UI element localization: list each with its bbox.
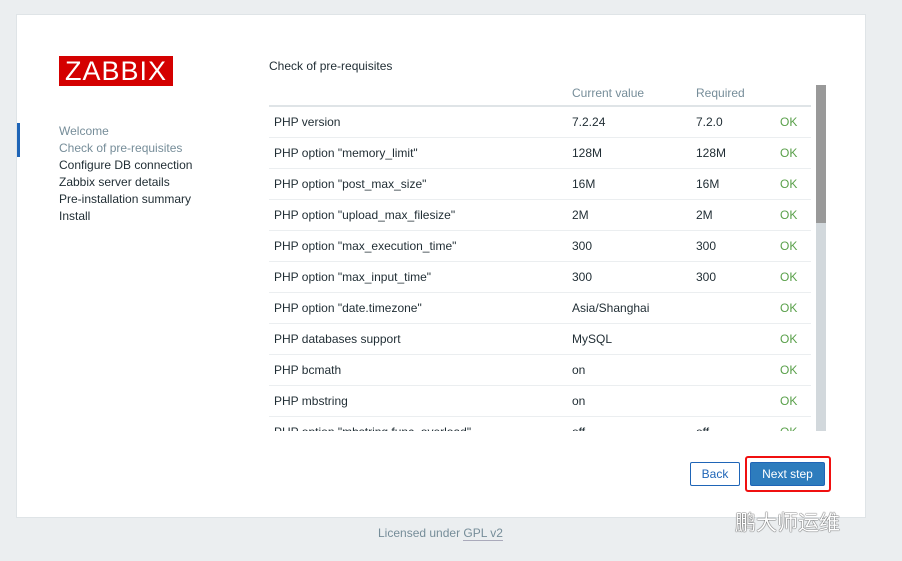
setup-panel: ZABBIX Welcome Check of pre-requisites Con… — [16, 14, 866, 518]
required-value — [691, 292, 775, 324]
zabbix-logo: ZABBIX — [59, 56, 173, 86]
requirement-name: PHP option "post_max_size" — [269, 168, 567, 200]
required-value — [691, 323, 775, 355]
step-item: Check of pre-requisites — [59, 141, 183, 155]
table-row: PHP option "upload_max_filesize" 2M 2M OK — [269, 199, 811, 231]
required-value: 7.2.0 — [691, 106, 775, 138]
current-value: MySQL — [567, 323, 691, 355]
status: OK — [775, 168, 811, 200]
column-header — [775, 81, 811, 107]
table-row: PHP databases support MySQL OK — [269, 323, 811, 355]
steps-nav: Welcome Check of pre-requisites Configure … — [59, 123, 192, 225]
step-item: Install — [59, 209, 91, 223]
required-value: 16M — [691, 168, 775, 200]
requirement-name: PHP version — [269, 106, 567, 138]
required-value: 300 — [691, 261, 775, 293]
status: OK — [775, 323, 811, 355]
current-value: Asia/Shanghai — [567, 292, 691, 324]
status: OK — [775, 106, 811, 138]
status: OK — [775, 230, 811, 262]
watermark: 鹏大师运维 — [735, 512, 840, 535]
footer: Licensed under GPL v2 — [378, 526, 503, 541]
required-value: 2M — [691, 199, 775, 231]
column-header: Required — [691, 81, 775, 107]
required-value — [691, 354, 775, 386]
table-row: PHP option "max_input_time" 300 300 OK — [269, 261, 811, 293]
next-step-button[interactable]: Next step — [750, 462, 825, 486]
required-value: 128M — [691, 137, 775, 169]
current-value: on — [567, 354, 691, 386]
current-value: off — [567, 416, 691, 431]
requirement-name: PHP mbstring — [269, 385, 567, 417]
step-item: Zabbix server details — [59, 175, 170, 189]
table-row: PHP version 7.2.24 7.2.0 OK — [269, 106, 811, 138]
requirement-name: PHP databases support — [269, 323, 567, 355]
scrollbar-thumb[interactable] — [816, 85, 826, 223]
step-item: Pre-installation summary — [59, 192, 192, 206]
required-value — [691, 385, 775, 417]
back-button[interactable]: Back — [690, 462, 740, 486]
current-step-marker — [17, 123, 20, 157]
table-row: PHP option "max_execution_time" 300 300 OK — [269, 230, 811, 262]
scrollbar[interactable] — [816, 85, 826, 431]
status: OK — [775, 292, 811, 324]
page-title: Check of pre-requisites — [269, 59, 393, 73]
status: OK — [775, 416, 811, 431]
required-value: off — [691, 416, 775, 431]
current-value: 16M — [567, 168, 691, 200]
current-value: 300 — [567, 230, 691, 262]
gpl-link[interactable]: GPL v2 — [463, 526, 503, 541]
requirement-name: PHP option "mbstring.func_overload" — [269, 416, 567, 431]
table-row: PHP option "post_max_size" 16M 16M OK — [269, 168, 811, 200]
step-item: Welcome — [59, 124, 109, 138]
requirement-name: PHP option "max_input_time" — [269, 261, 567, 293]
table-row: PHP bcmath on OK — [269, 354, 811, 386]
required-value: 300 — [691, 230, 775, 262]
requirement-name: PHP option "date.timezone" — [269, 292, 567, 324]
requirement-name: PHP option "upload_max_filesize" — [269, 199, 567, 231]
prerequisites-table-container[interactable]: Current value Required PHP version 7.2.24 7… — [269, 81, 826, 431]
step-item: Configure DB connection — [59, 158, 193, 172]
table-row: PHP option "memory_limit" 128M 128M OK — [269, 137, 811, 169]
current-value: 128M — [567, 137, 691, 169]
table-row: PHP mbstring on OK — [269, 385, 811, 417]
current-value: 7.2.24 — [567, 106, 691, 138]
table-row: PHP option "mbstring.func_overload"offof… — [269, 416, 811, 431]
license-text: Licensed under — [378, 526, 464, 540]
column-header: Current value — [567, 81, 691, 107]
status: OK — [775, 199, 811, 231]
current-value: 2M — [567, 199, 691, 231]
requirement-name: PHP option "memory_limit" — [269, 137, 567, 169]
requirement-name: PHP bcmath — [269, 354, 567, 386]
status: OK — [775, 137, 811, 169]
column-header — [269, 81, 567, 107]
status: OK — [775, 354, 811, 386]
requirement-name: PHP option "max_execution_time" — [269, 230, 567, 262]
table-row: PHP option "date.timezone" Asia/Shanghai O… — [269, 292, 811, 324]
current-value: on — [567, 385, 691, 417]
current-value: 300 — [567, 261, 691, 293]
status: OK — [775, 385, 811, 417]
prerequisites-table: Current value Required PHP version 7.2.24 7… — [269, 81, 811, 431]
status: OK — [775, 261, 811, 293]
